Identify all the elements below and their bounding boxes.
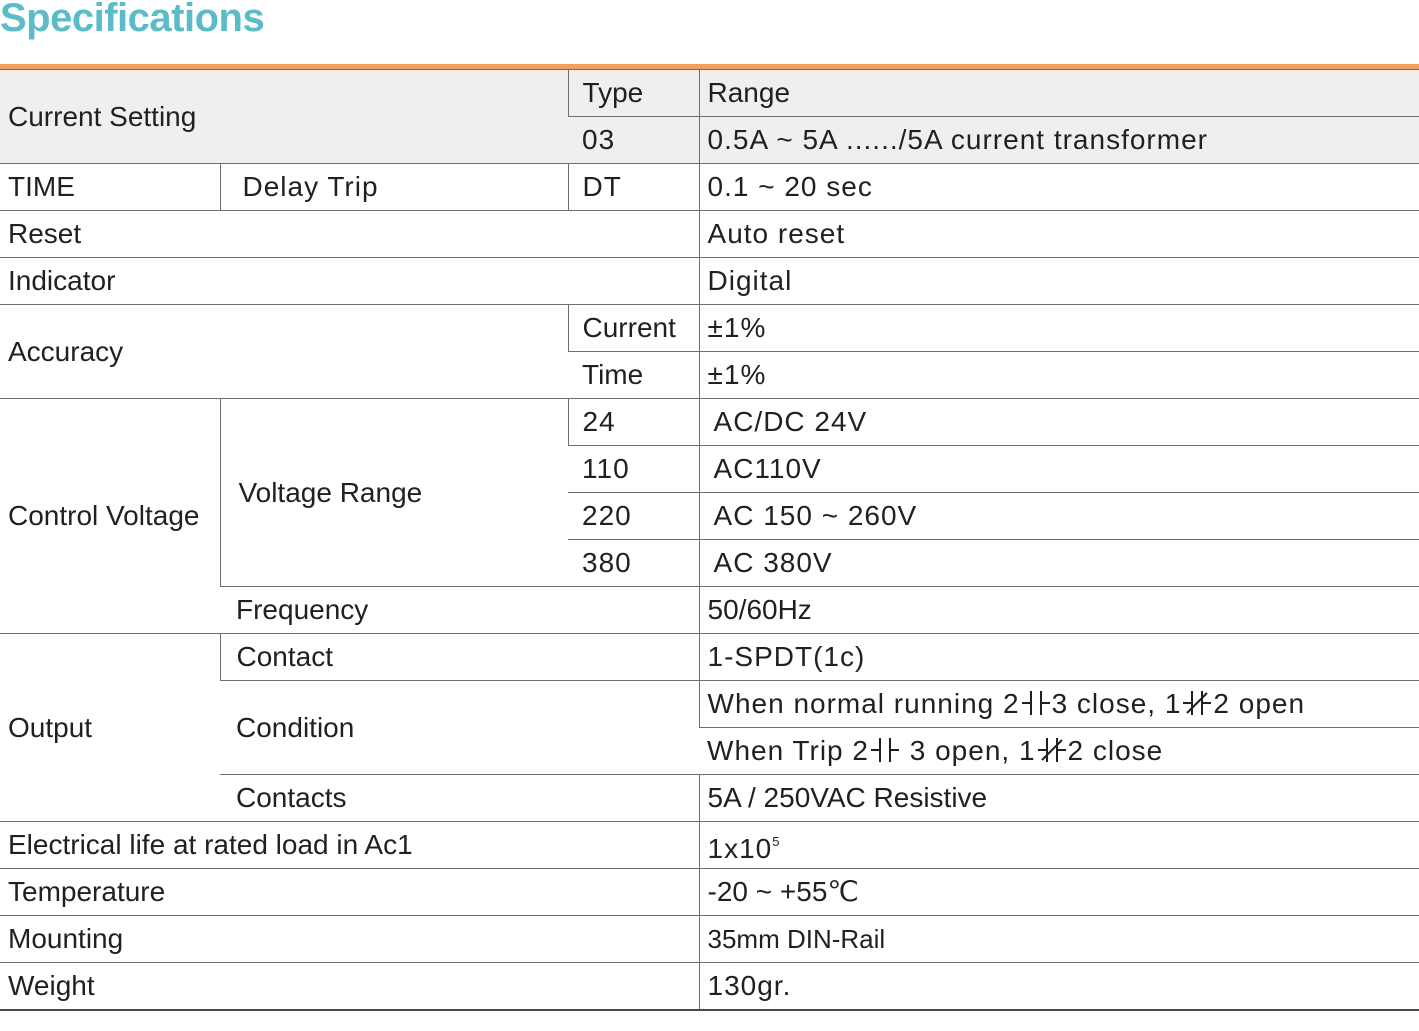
page-title: Specifications bbox=[0, 0, 265, 40]
table-row: Output Contact 1-SPDT(1c) bbox=[0, 633, 1419, 822]
time-type: DT bbox=[567, 163, 700, 211]
condition-label: Condition bbox=[220, 680, 700, 775]
current-setting-label: Current Setting bbox=[0, 69, 569, 164]
condition-text: When Trip 2 bbox=[707, 735, 869, 766]
contacts-label: Contacts bbox=[220, 774, 700, 822]
reset-value: Auto reset bbox=[698, 210, 1419, 258]
table-row: TIME Delay Trip DT 0.1 ~ 20 sec bbox=[0, 163, 1419, 211]
electrical-life-label: Electrical life at rated load in Ac1 bbox=[0, 821, 700, 869]
voltage-type: 380 bbox=[568, 539, 700, 587]
temperature-label: Temperature bbox=[0, 868, 700, 916]
condition-text: 2 close bbox=[1067, 735, 1164, 766]
voltage-type: 24 bbox=[567, 398, 700, 446]
mounting-value: 35mm DIN-Rail bbox=[698, 915, 1419, 963]
voltage-value: AC 150 ~ 260V bbox=[698, 492, 1419, 540]
table-row: Current Setting Type Range bbox=[0, 69, 1419, 164]
accuracy-type: Current bbox=[567, 304, 700, 352]
indicator-label: Indicator bbox=[0, 257, 700, 305]
range-header: Range bbox=[698, 69, 1419, 117]
table-row: Weight 130gr. bbox=[0, 962, 1419, 1011]
contact-label: Contact bbox=[219, 633, 700, 681]
contacts-value: 5A / 250VAC Resistive bbox=[698, 774, 1419, 822]
table-row: Electrical life at rated load in Ac1 1x1… bbox=[0, 821, 1419, 869]
temperature-value: -20 ~ +55℃ bbox=[698, 868, 1419, 916]
contact-value: 1-SPDT(1c) bbox=[698, 633, 1419, 681]
condition-text: When normal running 2 bbox=[707, 688, 1020, 719]
condition-text: 3 open, 1 bbox=[900, 735, 1036, 766]
accuracy-type: Time bbox=[568, 351, 700, 399]
normally-closed-contact-icon bbox=[1183, 689, 1212, 717]
electrical-life-value: 1x105 bbox=[698, 821, 1419, 869]
type-header: Type bbox=[567, 69, 700, 117]
output-label: Output bbox=[0, 633, 220, 822]
delay-trip-label: Delay Trip bbox=[219, 163, 569, 211]
table-row: Mounting 35mm DIN-Rail bbox=[0, 915, 1419, 963]
electrical-life-base: 1x10 bbox=[707, 832, 773, 864]
time-value: 0.1 ~ 20 sec bbox=[698, 163, 1419, 211]
specifications-table: Current Setting Type Range 03 0.5A ~ 5A … bbox=[0, 69, 1419, 1011]
time-label: TIME bbox=[0, 163, 220, 211]
voltage-value: AC/DC 24V bbox=[698, 398, 1419, 446]
weight-label: Weight bbox=[0, 962, 700, 1011]
control-voltage-label: Control Voltage bbox=[0, 398, 220, 634]
condition-text: 3 close, 1 bbox=[1051, 688, 1182, 719]
electrical-life-exponent: 5 bbox=[772, 833, 781, 849]
condition-normal-value: When normal running 2 3 close, 1 2 open bbox=[698, 680, 1419, 728]
accuracy-value: ±1% bbox=[698, 304, 1419, 352]
indicator-value: Digital bbox=[698, 257, 1419, 305]
normally-open-contact-icon bbox=[870, 736, 899, 764]
table-row: Temperature -20 ~ +55℃ bbox=[0, 868, 1419, 916]
current-setting-type: 03 bbox=[568, 116, 700, 164]
table-row: Accuracy Current ±1% bbox=[0, 304, 1419, 399]
voltage-type: 110 bbox=[568, 445, 700, 493]
accuracy-value: ±1% bbox=[698, 351, 1419, 399]
table-row: Indicator Digital bbox=[0, 257, 1419, 305]
normally-open-contact-icon bbox=[1021, 689, 1050, 717]
current-setting-range: 0.5A ~ 5A ....../5A current transformer bbox=[698, 116, 1419, 164]
normally-closed-contact-icon bbox=[1037, 736, 1066, 764]
frequency-label: Frequency bbox=[220, 586, 700, 634]
mounting-label: Mounting bbox=[0, 915, 700, 963]
voltage-range-label: Voltage Range bbox=[219, 398, 569, 587]
weight-value: 130gr. bbox=[698, 962, 1419, 1011]
voltage-value: AC 380V bbox=[698, 539, 1419, 587]
voltage-type: 220 bbox=[568, 492, 700, 540]
condition-text: 2 open bbox=[1213, 688, 1306, 719]
table-row: Reset Auto reset bbox=[0, 210, 1419, 258]
table-row: Control Voltage Voltage Range 24 AC/DC 2… bbox=[0, 398, 1419, 634]
voltage-value: AC110V bbox=[698, 445, 1419, 493]
reset-label: Reset bbox=[0, 210, 700, 258]
condition-trip-value: When Trip 2 3 open, 1 2 close bbox=[699, 727, 1419, 775]
accuracy-label: Accuracy bbox=[0, 304, 569, 399]
frequency-value: 50/60Hz bbox=[698, 586, 1419, 634]
